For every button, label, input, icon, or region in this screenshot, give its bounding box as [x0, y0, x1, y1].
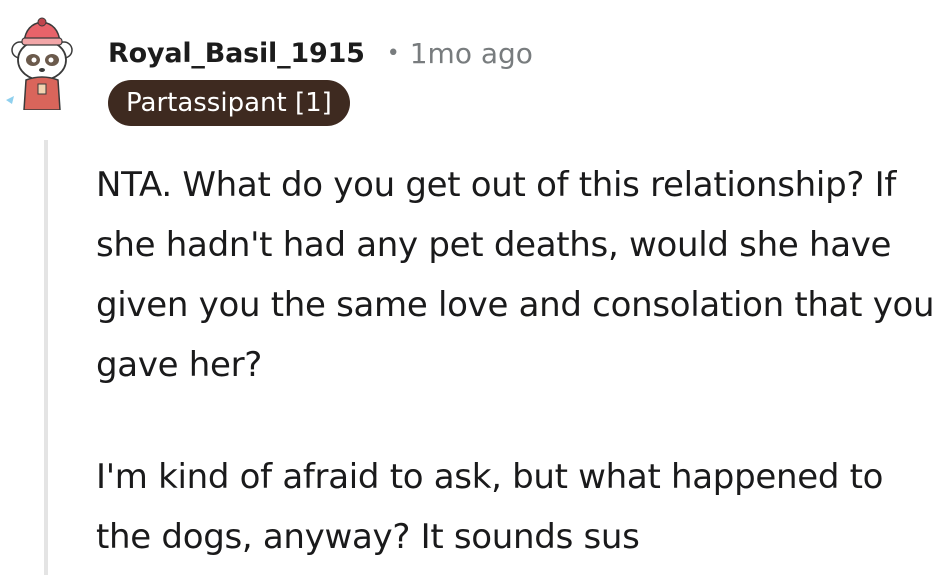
- snoo-avatar-icon: [6, 17, 73, 111]
- meta-separator: •: [386, 40, 400, 66]
- comment-body: NTA. What do you get out of this relatio…: [96, 155, 936, 567]
- user-avatar[interactable]: [0, 10, 90, 111]
- comment-header: Royal_Basil_1915 • 1mo ago: [108, 30, 533, 76]
- comment-timestamp[interactable]: 1mo ago: [410, 37, 533, 70]
- comment: Royal_Basil_1915 • 1mo ago Partassipant …: [0, 0, 943, 575]
- author-username[interactable]: Royal_Basil_1915: [108, 38, 365, 69]
- comment-paragraph: I'm kind of afraid to ask, but what happ…: [96, 457, 884, 557]
- thread-collapse-line[interactable]: [44, 140, 48, 575]
- comment-paragraph: NTA. What do you get out of this relatio…: [96, 165, 935, 385]
- user-flair-badge: Partassipant [1]: [108, 80, 350, 126]
